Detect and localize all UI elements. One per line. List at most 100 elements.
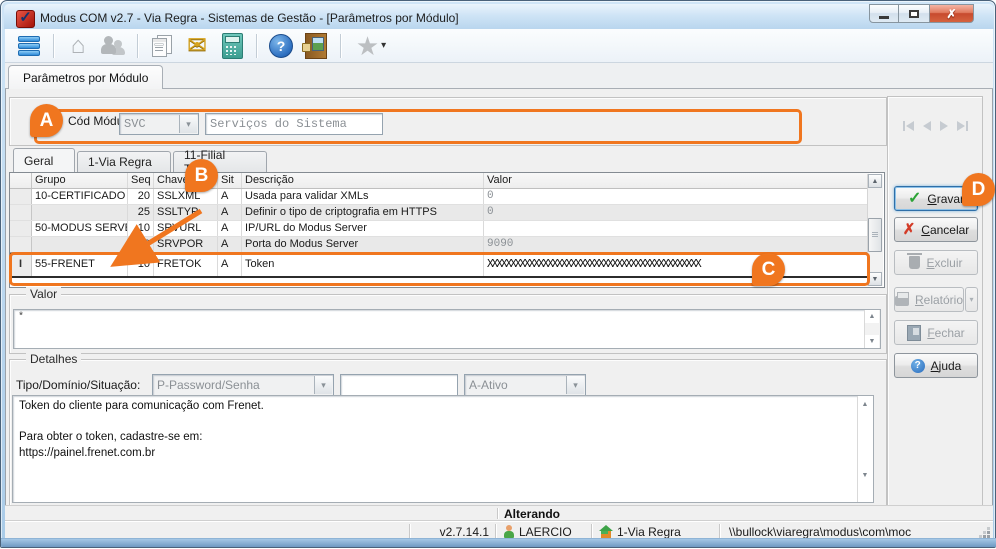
cell-seq[interactable]: 10	[128, 221, 154, 236]
cell-descricao[interactable]: Porta do Modus Server	[242, 237, 484, 252]
menu-button[interactable]	[15, 33, 43, 59]
status-divider	[591, 524, 592, 539]
exit-door-icon	[305, 33, 327, 59]
tipo-combobox[interactable]: P-Password/Senha ▾	[152, 374, 334, 396]
scroll-up-icon[interactable]: ▲	[865, 310, 879, 323]
favorites-button[interactable]: ★ ▾	[351, 33, 391, 59]
status-divider	[719, 524, 720, 539]
status-path: \\bullock\viaregra\modus\com\moc	[729, 525, 973, 539]
header-valor[interactable]: Valor	[484, 173, 869, 188]
maximize-button[interactable]	[899, 4, 929, 23]
valor-scrollbar[interactable]: ▲ ▼	[864, 310, 880, 348]
chevron-down-icon[interactable]: ▾	[566, 376, 584, 394]
cell-chave[interactable]: SSLTYP	[154, 205, 218, 220]
cell-sit[interactable]: A	[218, 254, 242, 276]
valor-groupbox: Valor * ▲ ▼	[9, 294, 887, 354]
resize-grip[interactable]	[978, 526, 990, 538]
cancelar-button[interactable]: ✗ Cancelar	[894, 217, 978, 242]
close-icon: ✗	[946, 7, 956, 21]
x-icon: ✗	[903, 223, 916, 237]
help-button[interactable]: ?	[267, 33, 295, 59]
tab-geral[interactable]: Geral	[13, 148, 75, 172]
exit-button[interactable]	[302, 33, 330, 59]
tab-parametros-por-modulo[interactable]: Parâmetros por Módulo	[8, 65, 163, 90]
table-row[interactable]: 50-MODUS SERVER 10 SRVURL A IP/URL do Mo…	[10, 221, 869, 237]
home-button[interactable]: ⌂	[64, 33, 92, 59]
valor-label: Valor	[26, 287, 61, 301]
cell-descricao[interactable]: Definir o tipo de criptografia em HTTPS	[242, 205, 484, 220]
previous-record-icon[interactable]	[923, 121, 931, 131]
cell-valor[interactable]	[484, 221, 869, 236]
module-code-combobox[interactable]: SVC ▾	[119, 113, 199, 135]
cell-chave[interactable]: SRVPOR	[154, 237, 218, 252]
cell-descricao[interactable]: IP/URL do Modus Server	[242, 221, 484, 236]
cell-grupo[interactable]	[32, 237, 128, 252]
scrollbar-thumb[interactable]	[868, 218, 882, 252]
cell-chave[interactable]: FRETOK	[154, 254, 218, 276]
report-button[interactable]	[148, 33, 176, 59]
header-descricao[interactable]: Descrição	[242, 173, 484, 188]
printer-icon	[895, 296, 909, 306]
annotation-badge-d: D	[962, 173, 995, 206]
cell-grupo[interactable]	[32, 205, 128, 220]
descricao-textarea[interactable]: Token do cliente para comunicação com Fr…	[12, 395, 874, 503]
situacao-combobox[interactable]: A-Ativo ▾	[464, 374, 586, 396]
title-bar[interactable]: ✓ Modus COM v2.7 - Via Regra - Sistemas …	[4, 4, 994, 29]
module-description-field[interactable]: Serviços do Sistema	[205, 113, 383, 135]
annotation-badge-b: B	[185, 159, 218, 192]
grid-header-row: Grupo Seq Chave Sit Descrição Valor	[10, 173, 869, 189]
scroll-down-icon[interactable]: ▼	[858, 469, 872, 482]
cell-grupo[interactable]: 50-MODUS SERVER	[32, 221, 128, 236]
cell-valor[interactable]: 0	[484, 205, 869, 220]
cell-seq[interactable]: 20	[128, 189, 154, 204]
grid-scrollbar[interactable]: ▲ ▼	[867, 174, 883, 286]
cell-valor[interactable]: 0	[484, 189, 869, 204]
row-indicator	[10, 221, 32, 236]
close-button[interactable]: ✗	[929, 4, 974, 23]
table-row-selected[interactable]: I 55-FRENET 10 FRETOK A Token XXXXXXXXXX…	[10, 253, 869, 278]
ajuda-button[interactable]: ? Ajuda	[894, 353, 978, 378]
first-record-icon[interactable]	[903, 121, 914, 131]
tab-via-regra[interactable]: 1-Via Regra	[77, 151, 171, 172]
valor-textarea[interactable]: * ▲ ▼	[13, 309, 881, 349]
toolbar-separator	[137, 34, 138, 58]
minimize-button[interactable]	[869, 4, 899, 23]
scroll-down-icon[interactable]: ▼	[865, 335, 879, 348]
cell-seq[interactable]: 10	[128, 254, 154, 276]
mail-button[interactable]: ✉	[183, 33, 211, 59]
cell-sit[interactable]: A	[218, 221, 242, 236]
header-sit[interactable]: Sit	[218, 173, 242, 188]
cell-sit[interactable]: A	[218, 205, 242, 220]
fechar-button: Fechar	[894, 320, 978, 345]
annotation-badge-c: C	[752, 253, 785, 286]
header-grupo[interactable]: Grupo	[32, 173, 128, 188]
scroll-down-icon[interactable]: ▼	[868, 272, 882, 286]
cell-grupo[interactable]: 55-FRENET	[32, 254, 128, 276]
header-seq[interactable]: Seq	[128, 173, 154, 188]
cell-seq[interactable]: 25	[128, 205, 154, 220]
cell-valor[interactable]: 9090	[484, 237, 869, 252]
next-record-icon[interactable]	[940, 121, 948, 131]
table-row[interactable]: 20 SRVPOR A Porta do Modus Server 9090	[10, 237, 869, 253]
scroll-up-icon[interactable]: ▲	[858, 398, 872, 411]
dominio-field[interactable]	[340, 374, 458, 396]
cell-descricao[interactable]: Token	[242, 254, 484, 276]
calculator-button[interactable]	[218, 33, 246, 59]
cell-valor-token[interactable]: XXXXXXXXXXXXXXXXXXXXXXXXXXXXXXXXXXXXXXXX…	[484, 254, 869, 276]
scroll-up-icon[interactable]: ▲	[868, 174, 882, 188]
table-row[interactable]: 25 SSLTYP A Definir o tipo de criptograf…	[10, 205, 869, 221]
cell-chave[interactable]: SRVURL	[154, 221, 218, 236]
chevron-down-icon[interactable]: ▾	[314, 376, 332, 394]
table-row[interactable]: 10-CERTIFICADO 20 SSLXML A Usada para va…	[10, 189, 869, 205]
cell-sit[interactable]: A	[218, 189, 242, 204]
last-record-icon[interactable]	[957, 121, 968, 131]
cell-descricao[interactable]: Usada para validar XMLs	[242, 189, 484, 204]
cell-seq[interactable]: 20	[128, 237, 154, 252]
descricao-scrollbar[interactable]: ▲ ▼	[857, 396, 873, 502]
cell-grupo[interactable]: 10-CERTIFICADO	[32, 189, 128, 204]
users-button[interactable]	[99, 33, 127, 59]
star-icon: ★	[356, 34, 379, 58]
house-icon	[599, 525, 613, 538]
cell-sit[interactable]: A	[218, 237, 242, 252]
chevron-down-icon[interactable]: ▾	[179, 115, 197, 133]
